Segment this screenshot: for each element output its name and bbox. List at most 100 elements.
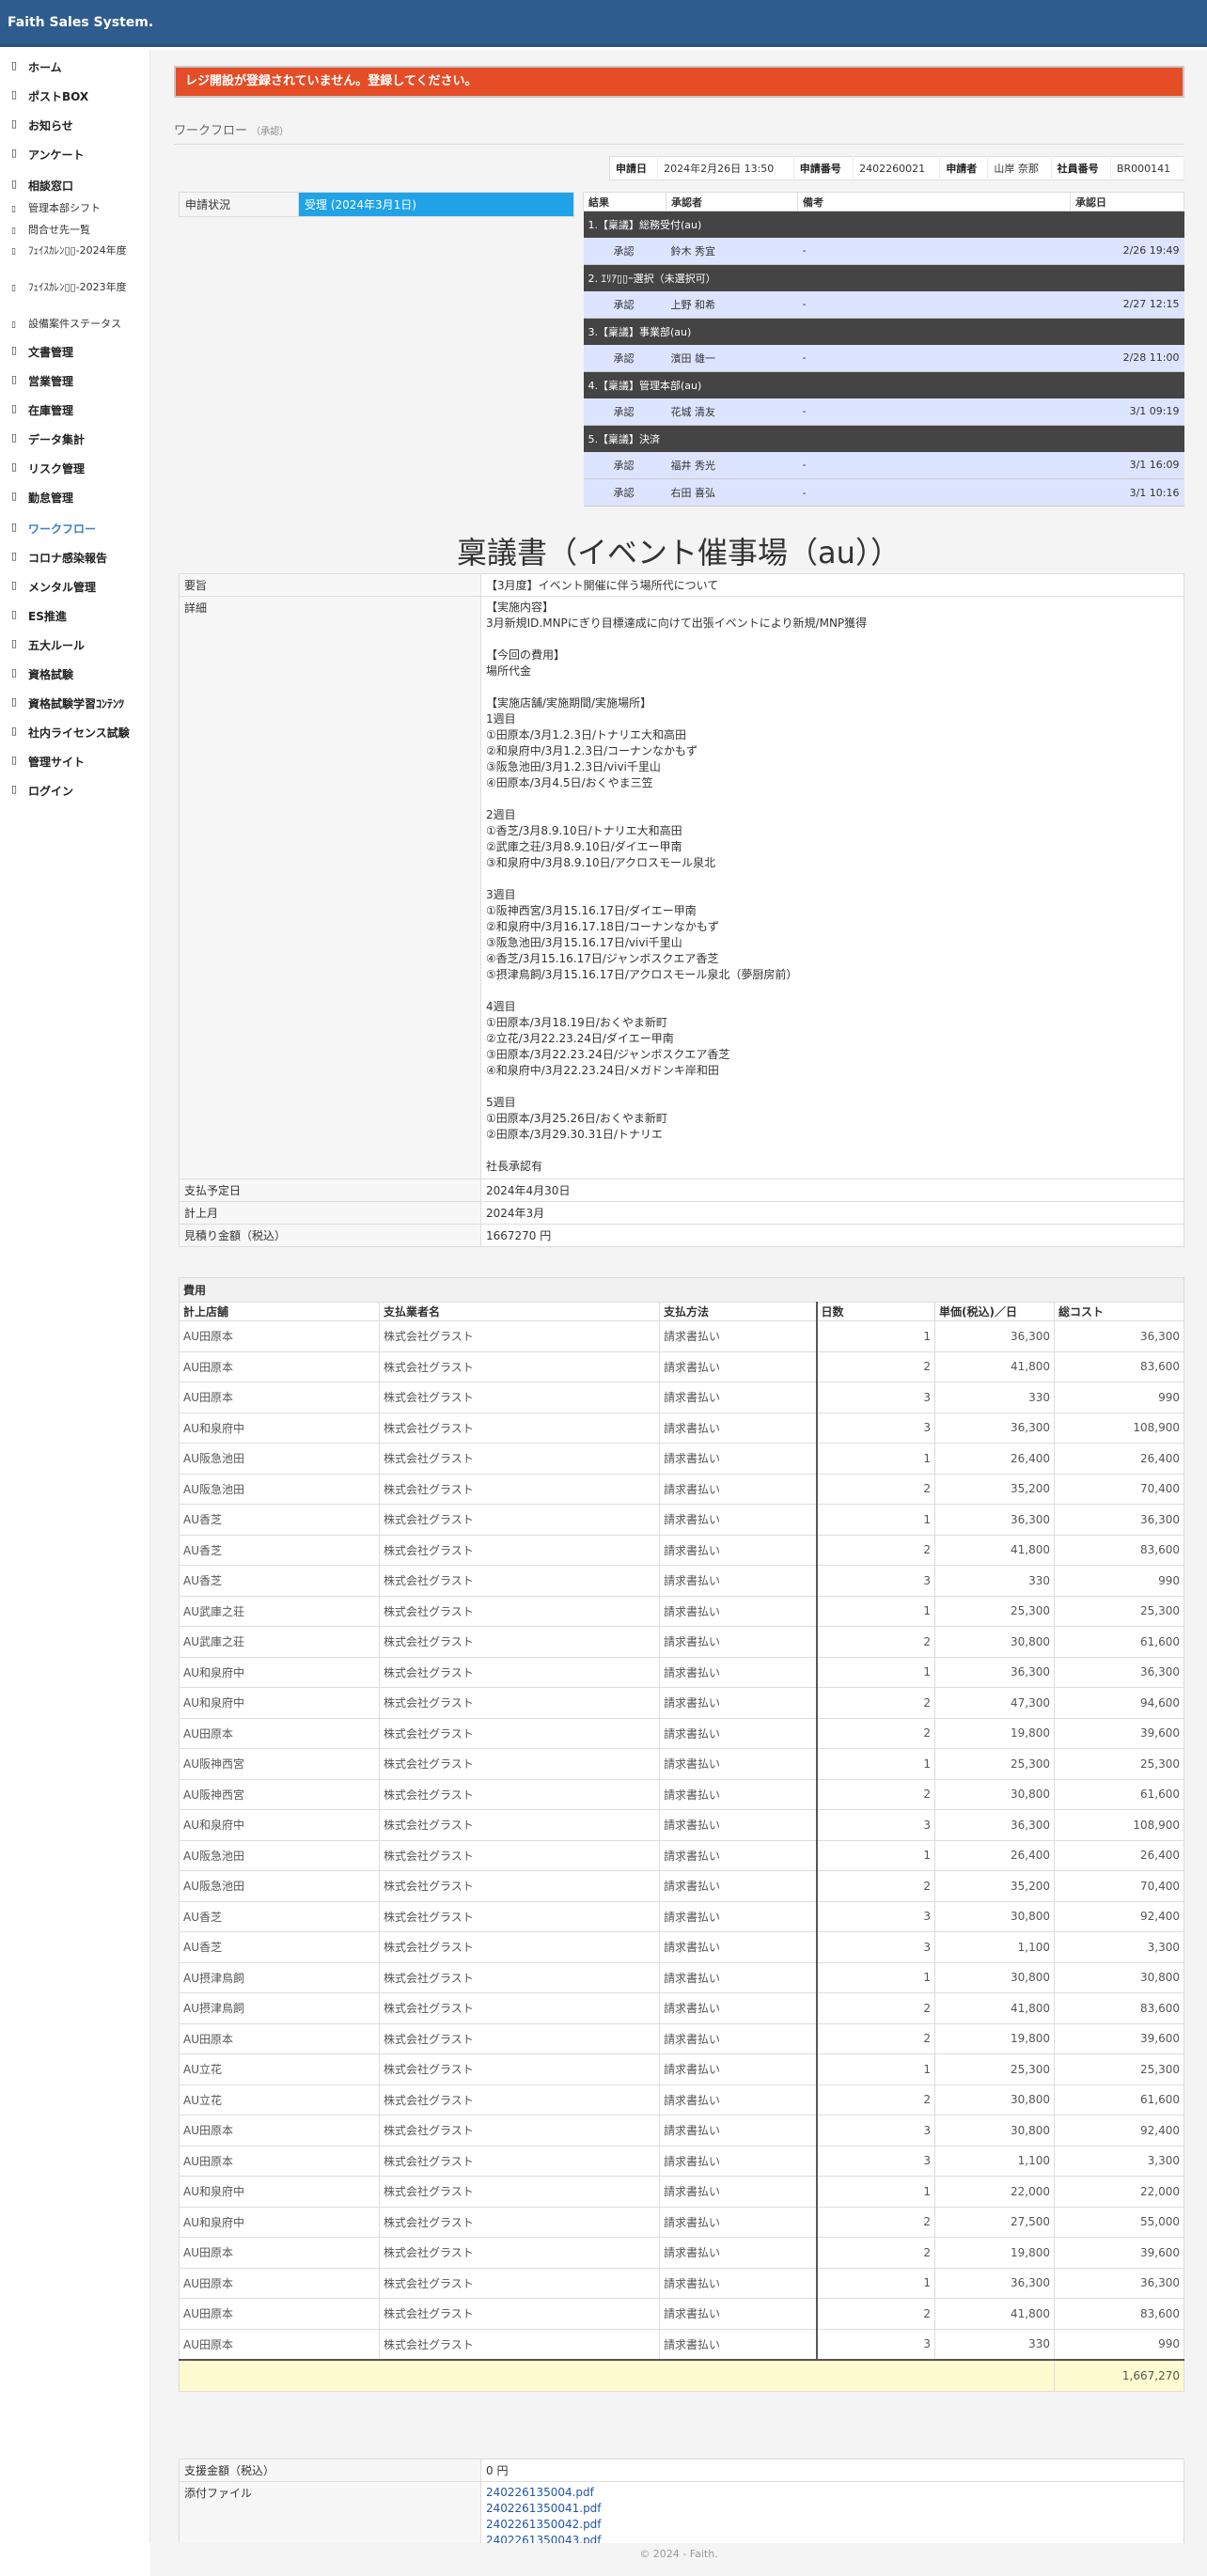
cost-vendor: 株式会社グラスト <box>379 1320 660 1352</box>
status-badge: 受理 (2024年3月1日) <box>298 192 574 217</box>
table-row: AU田原本 株式会社グラスト 請求書払い 2 41,800 83,600 <box>179 2298 1184 2330</box>
col-store: 計上店舗 <box>179 1302 380 1321</box>
attachment-link[interactable]: 240226135004.pdf <box>486 2485 1179 2501</box>
cost-days: 2 <box>815 1992 935 2024</box>
cost-vendor: 株式会社グラスト <box>379 1534 660 1566</box>
cost-days: 3 <box>815 1565 935 1597</box>
sidebar-item-18[interactable]: ▯ 社内ライセンス試験 <box>0 725 150 741</box>
cost-vendor: 株式会社グラスト <box>379 2237 660 2269</box>
cost-store: AU和泉府中 <box>179 1687 380 1719</box>
table-row: AU阪急池田 株式会社グラスト 請求書払い 1 26,400 26,400 <box>179 1839 1184 1871</box>
sidebar-subitem-4[interactable]: ▯ 設備案件ステータス <box>0 316 150 334</box>
sidebar-item-label: メンタル管理 <box>28 581 97 594</box>
cost-unit-price: 30,800 <box>934 2084 1055 2115</box>
sidebar-item-3[interactable]: ▯ アンケート <box>0 147 150 163</box>
sidebar-item-5[interactable]: ▯ 文書管理 <box>0 344 150 360</box>
flow-step-header: 4.【稟議】管理本部(au) <box>583 371 1184 398</box>
sidebar-item-16[interactable]: ▯ 資格試験 <box>0 666 150 682</box>
flow-note: - <box>797 290 1071 319</box>
support-amount-value: 0 円 <box>480 2459 1184 2482</box>
brand-logo-text[interactable]: Faith Sales System. <box>8 15 153 30</box>
sidebar-item-17[interactable]: ▯ 資格試験学習ｺﾝﾃﾝﾂ <box>0 695 150 711</box>
approval-flow-table: 結果 承認者 備考 承認日 1.【稟議】総務受付(au) 承認 鈴木 秀宜 -2/26… <box>583 192 1184 507</box>
flow-approver: 右田 喜弘 <box>666 478 798 507</box>
cost-method: 請求書払い <box>659 2145 817 2177</box>
cost-unit-price: 30,800 <box>934 1961 1055 1993</box>
cost-days: 2 <box>815 1534 935 1566</box>
emp-no-value: BR000141 <box>1110 156 1185 180</box>
sidebar-item-10[interactable]: ▯ 勤怠管理 <box>0 490 150 506</box>
sidebar-item-20[interactable]: ▯ ログイン <box>0 783 150 799</box>
cost-total: 26,400 <box>1054 1839 1184 1871</box>
cost-store: AU香芝 <box>179 1534 380 1566</box>
sidebar-item-11[interactable]: ▯ ワークフロー <box>0 521 150 537</box>
cost-unit-price: 30,800 <box>934 1626 1055 1658</box>
sidebar-item-0[interactable]: ▯ ホーム <box>0 59 150 75</box>
cost-unit-price: 47,300 <box>934 1687 1055 1719</box>
cost-store: AU阪急池田 <box>179 1443 380 1475</box>
attachment-link[interactable]: 2402261350041.pdf <box>486 2501 1179 2517</box>
cost-unit-price: 36,300 <box>934 1412 1055 1444</box>
sidebar-item-1[interactable]: ▯ ポストBOX <box>0 88 150 104</box>
sidebar-subitem-0[interactable]: ▯ 管理本部シフト <box>0 200 150 218</box>
cost-method: 請求書払い <box>659 1320 817 1352</box>
bullet-icon: ▯ <box>11 284 16 293</box>
table-row: AU立花 株式会社グラスト 請求書払い 2 30,800 61,600 <box>179 2084 1184 2115</box>
sidebar-item-2[interactable]: ▯ お知らせ <box>0 117 150 133</box>
sidebar-item-4[interactable]: ▯ 相談窓口 <box>0 178 150 194</box>
sidebar-item-9[interactable]: ▯ リスク管理 <box>0 461 150 476</box>
cost-unit-price: 41,800 <box>934 1992 1055 2024</box>
sidebar-subitem-3[interactable]: ▯ ﾌｪｲｽｶﾚﾝ▯▯-2023年度 <box>0 279 150 297</box>
sidebar-item-12[interactable]: ▯ コロナ感染報告 <box>0 550 150 566</box>
cost-vendor: 株式会社グラスト <box>379 2328 660 2361</box>
cost-vendor: 株式会社グラスト <box>379 2267 660 2299</box>
flow-step-title: 2. ｴﾘｱ▯▯ｰ選択（未選択可） <box>583 264 1184 291</box>
cost-total: 61,600 <box>1054 1778 1184 1810</box>
sidebar-item-6[interactable]: ▯ 営業管理 <box>0 373 150 389</box>
cost-store: AU摂津鳥飼 <box>179 1961 380 1993</box>
flow-step-title: 1.【稟議】総務受付(au) <box>583 211 1184 238</box>
breadcrumb-title[interactable]: ワークフロー <box>174 124 247 138</box>
cost-store: AU阪急池田 <box>179 1839 380 1871</box>
month-label: 計上月 <box>179 1201 481 1225</box>
attachment-link[interactable]: 2402261350042.pdf <box>486 2517 1179 2533</box>
cost-total: 92,400 <box>1054 1900 1184 1932</box>
cost-total: 3,300 <box>1054 2145 1184 2177</box>
cost-days: 1 <box>815 2176 935 2208</box>
sidebar-item-14[interactable]: ▯ ES推進 <box>0 608 150 624</box>
sidebar-item-15[interactable]: ▯ 五大ルール <box>0 637 150 653</box>
sidebar-subitem-2[interactable]: ▯ ﾌｪｲｽｶﾚﾝ▯▯-2024年度 <box>0 242 150 260</box>
cost-vendor: 株式会社グラスト <box>379 1900 660 1932</box>
cost-total: 36,300 <box>1054 1656 1184 1688</box>
summary-value: 【3月度】イベント開催に伴う場所代について <box>480 573 1184 597</box>
bullet-icon: ▯ <box>11 247 16 257</box>
table-row: AU阪急池田 株式会社グラスト 請求書払い 1 26,400 26,400 <box>179 1443 1184 1475</box>
sidebar-subitem-1[interactable]: ▯ 問合せ先一覧 <box>0 222 150 240</box>
sidebar-item-7[interactable]: ▯ 在庫管理 <box>0 402 150 418</box>
flow-step-header: 2. ｴﾘｱ▯▯ｰ選択（未選択可） <box>583 264 1184 291</box>
sidebar-item-19[interactable]: ▯ 管理サイト <box>0 754 150 770</box>
flow-result: 承認 <box>583 290 666 319</box>
cost-unit-price: 36,300 <box>934 1504 1055 1536</box>
cost-unit-price: 41,800 <box>934 1534 1055 1566</box>
application-info-bar: 申請日 2024年2月26日 13:50 申請番号 2402260021 申請者… <box>609 156 1185 180</box>
cost-method: 請求書払い <box>659 1473 817 1505</box>
cost-store: AU阪神西宮 <box>179 1778 380 1810</box>
cost-unit-price: 30,800 <box>934 2115 1055 2147</box>
sidebar-item-8[interactable]: ▯ データ集計 <box>0 431 150 447</box>
cost-total: 990 <box>1054 2328 1184 2361</box>
sidebar-item-13[interactable]: ▯ メンタル管理 <box>0 579 150 595</box>
flow-date: 2/27 12:15 <box>1070 290 1184 319</box>
inventory-icon: ▯ <box>11 402 18 414</box>
flow-note: - <box>797 237 1071 265</box>
cost-days: 3 <box>815 1809 935 1841</box>
cost-store: AU阪神西宮 <box>179 1748 380 1780</box>
chart-icon: ▯ <box>11 431 18 444</box>
cost-days: 1 <box>815 1320 935 1352</box>
cost-total: 83,600 <box>1054 2298 1184 2330</box>
cost-unit-price: 25,300 <box>934 1595 1055 1627</box>
table-row: AU香芝 株式会社グラスト 請求書払い 3 30,800 92,400 <box>179 1900 1184 1932</box>
cost-unit-price: 41,800 <box>934 2298 1055 2330</box>
top-bar: Faith Sales System. <box>0 0 1207 47</box>
cost-vendor: 株式会社グラスト <box>379 1778 660 1810</box>
